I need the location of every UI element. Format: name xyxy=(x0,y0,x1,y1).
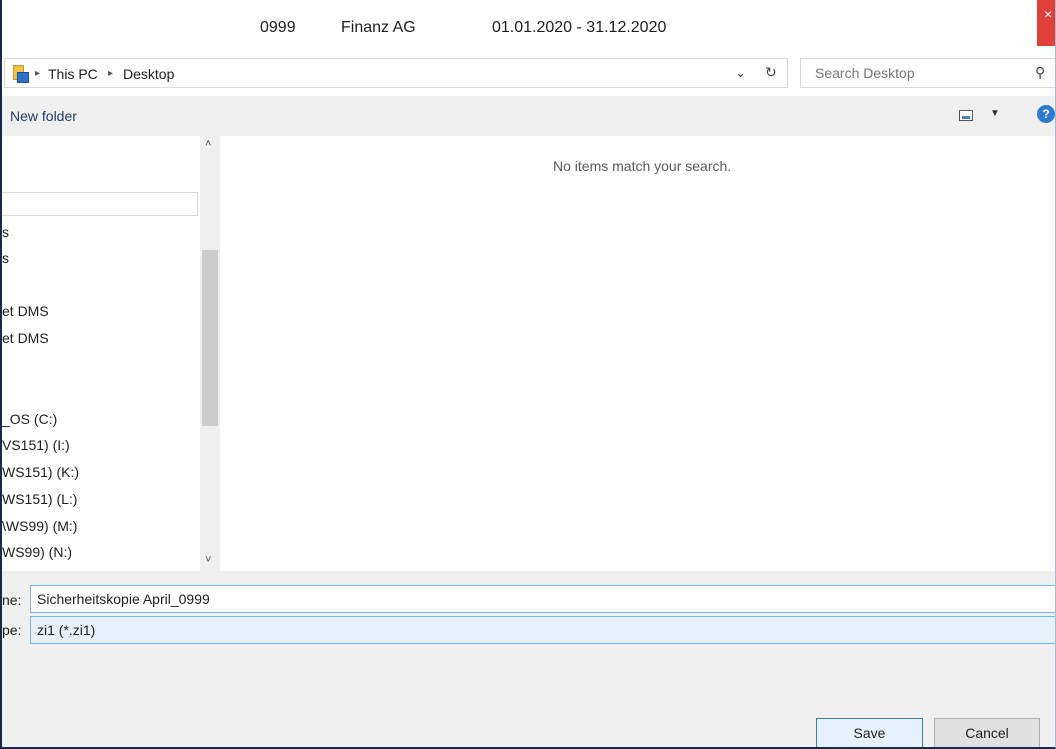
title-bar: 0999 Finanz AG 01.01.2020 - 31.12.2020 × xyxy=(2,0,1055,46)
title-fiscal-period: 01.01.2020 - 31.12.2020 xyxy=(492,19,667,36)
search-icon[interactable]: ⚲ xyxy=(1035,64,1045,81)
title-company-name: Finanz AG xyxy=(341,19,416,36)
address-row: ▸ This PC ▸ Desktop ⌄ ↻ ⚲ xyxy=(2,54,1055,92)
filename-value[interactable]: Sicherheitskopie April_0999 xyxy=(37,591,210,607)
breadcrumb-this-pc[interactable]: This PC xyxy=(48,66,98,82)
nav-item-drive-k[interactable]: WS151) (K:) xyxy=(2,464,79,480)
title-client-number: 0999 xyxy=(260,19,296,36)
nav-item[interactable]: s xyxy=(2,224,9,240)
breadcrumb-desktop[interactable]: Desktop xyxy=(123,66,174,82)
close-icon: × xyxy=(1044,6,1053,22)
filename-field[interactable]: Sicherheitskopie April_0999 ⌄ xyxy=(30,585,1055,613)
nav-item-drive-i[interactable]: VS151) (I:) xyxy=(2,437,70,453)
search-input[interactable] xyxy=(815,65,1015,81)
help-icon[interactable]: ? xyxy=(1037,105,1055,123)
scroll-down-icon[interactable]: ˅ xyxy=(205,554,211,566)
nav-item-drive-n[interactable]: WS99) (N:) xyxy=(2,544,72,560)
nav-scrollbar[interactable]: ˄ ˅ xyxy=(200,136,220,571)
save-as-dialog: 0999 Finanz AG 01.01.2020 - 31.12.2020 ×… xyxy=(0,0,1056,749)
filetype-select[interactable]: zi1 (*.zi1) ⌄ xyxy=(30,616,1055,644)
view-options-dropdown-icon[interactable]: ▼ xyxy=(990,108,1000,119)
search-box[interactable]: ⚲ xyxy=(800,58,1055,88)
address-dropdown-icon[interactable]: ⌄ xyxy=(735,65,746,81)
nav-item-dms[interactable]: et DMS xyxy=(2,303,49,319)
new-folder-button[interactable]: New folder xyxy=(10,108,77,124)
breadcrumb-separator-icon[interactable]: ▸ xyxy=(35,68,40,79)
scroll-thumb[interactable] xyxy=(202,250,218,426)
empty-message: No items match your search. xyxy=(553,158,732,174)
nav-item-drive-l[interactable]: WS151) (L:) xyxy=(2,491,77,507)
cancel-button[interactable]: Cancel xyxy=(934,718,1040,747)
breadcrumb-separator-icon[interactable]: ▸ xyxy=(108,68,113,79)
file-list[interactable]: No items match your search. xyxy=(220,136,1055,571)
save-form: ne: Sicherheitskopie April_0999 ⌄ pe: zi… xyxy=(2,571,1055,747)
folder-icon xyxy=(13,65,29,83)
filetype-label: pe: xyxy=(2,622,22,638)
nav-rename-field[interactable] xyxy=(2,192,198,216)
command-bar: New folder ▼ ? xyxy=(2,96,1055,136)
filename-label: ne: xyxy=(2,592,22,608)
address-bar[interactable]: ▸ This PC ▸ Desktop ⌄ ↻ xyxy=(4,58,788,88)
save-button[interactable]: Save xyxy=(816,718,923,747)
nav-item-drive-m[interactable]: \WS99) (M:) xyxy=(2,518,77,534)
close-button[interactable]: × xyxy=(1037,0,1055,46)
refresh-icon[interactable]: ↻ xyxy=(765,64,777,81)
nav-item-drive-c[interactable]: _OS (C:) xyxy=(2,411,57,427)
scroll-up-icon[interactable]: ˄ xyxy=(205,138,211,150)
filetype-value[interactable]: zi1 (*.zi1) xyxy=(37,622,95,638)
change-view-icon[interactable] xyxy=(959,110,973,121)
nav-item[interactable]: s xyxy=(2,250,9,266)
navigation-pane: s s et DMS et DMS _OS (C:) VS151) (I:) W… xyxy=(2,136,220,571)
nav-item-dms[interactable]: et DMS xyxy=(2,330,49,346)
